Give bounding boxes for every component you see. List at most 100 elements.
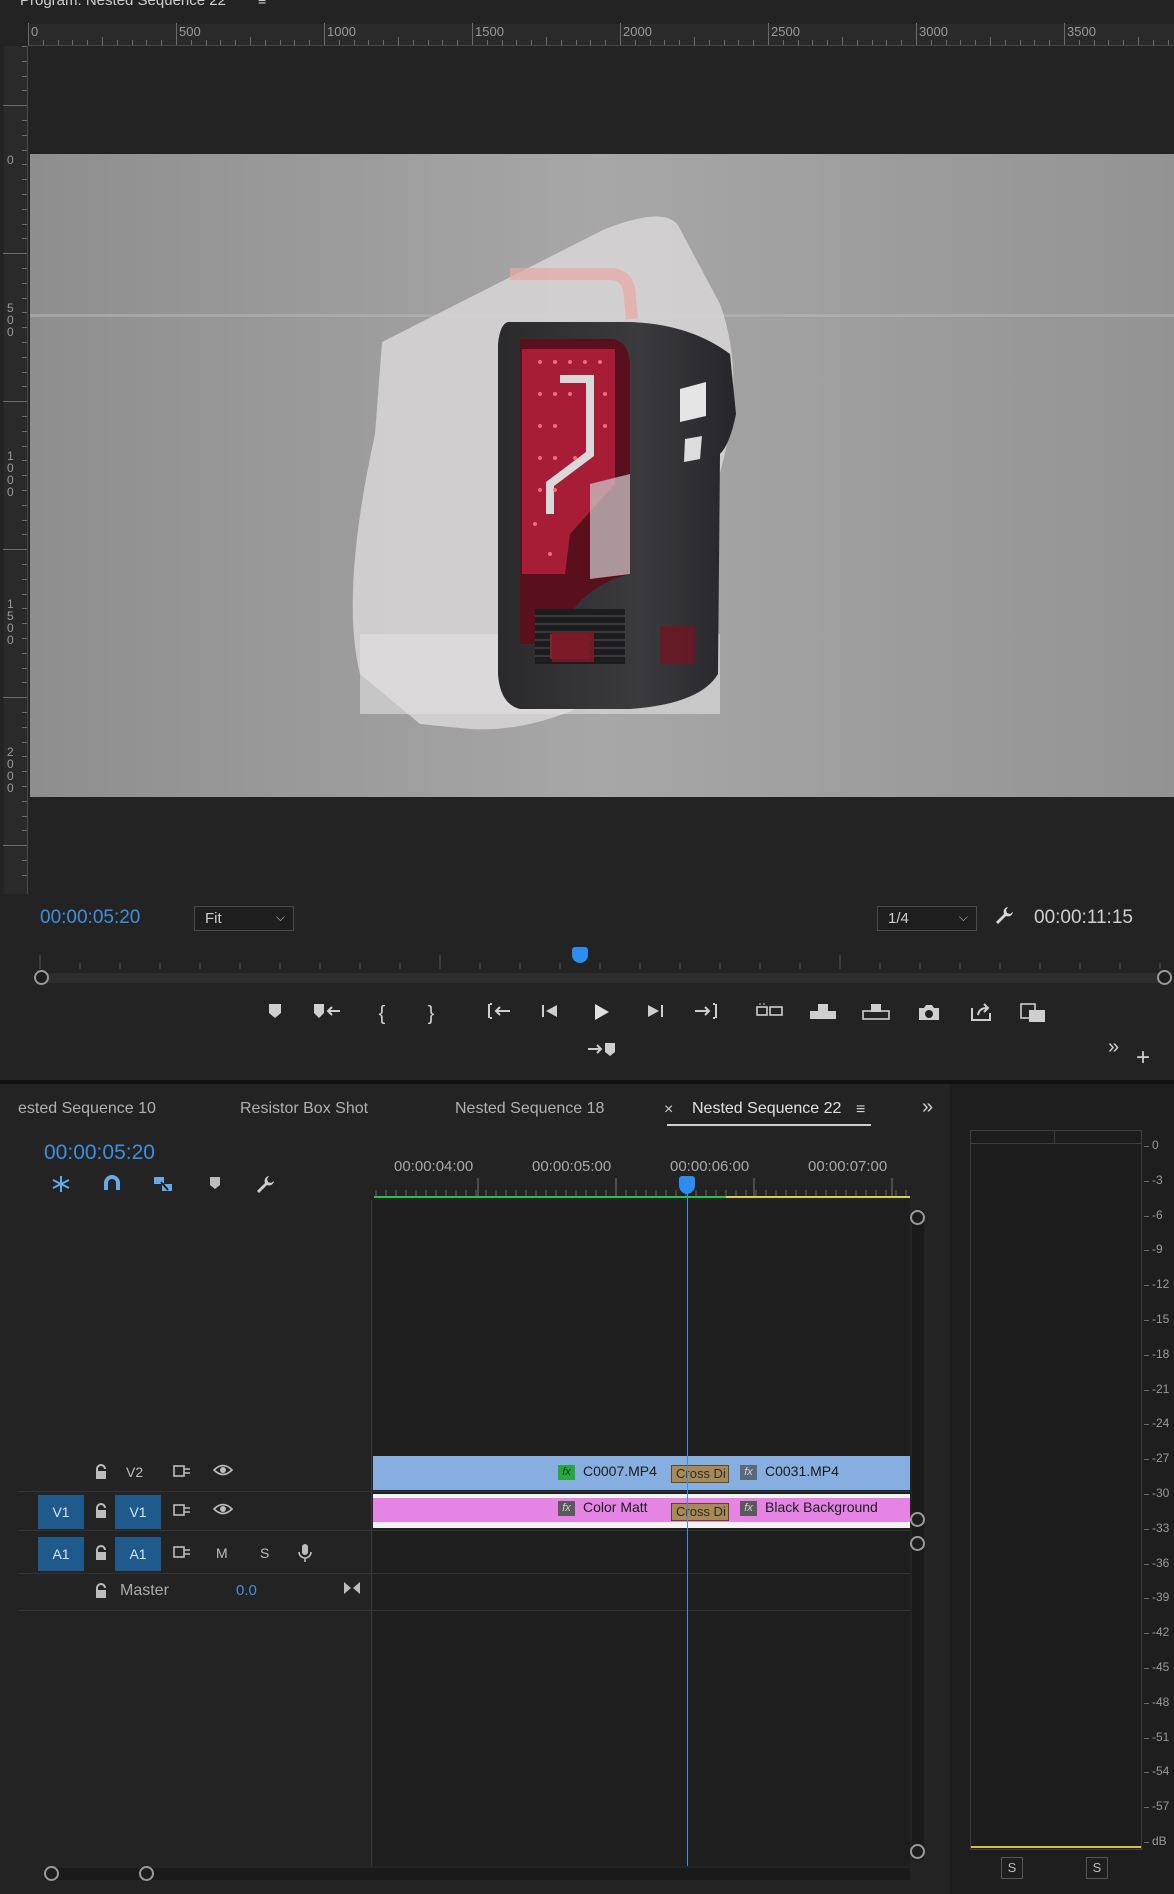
- nest-toggle-button[interactable]: [48, 1174, 74, 1199]
- eye-icon[interactable]: [212, 1502, 234, 1520]
- share-icon: [971, 1003, 991, 1021]
- go-to-in-button[interactable]: [482, 1002, 516, 1026]
- step-back-button[interactable]: [533, 1002, 567, 1026]
- ruler-label: 0: [7, 153, 14, 167]
- go-to-out-edge-icon[interactable]: [341, 1579, 363, 1601]
- go-to-out-button[interactable]: [689, 1002, 723, 1026]
- db-label: -27: [1152, 1451, 1170, 1466]
- tab-nested-sequence-10[interactable]: ested Sequence 10: [18, 1100, 156, 1118]
- clip-c0007[interactable]: fx C0007.MP4: [558, 1456, 668, 1490]
- track-v1-target[interactable]: V1: [115, 1495, 161, 1529]
- ruler-tick: [457, 40, 459, 45]
- ruler-tick: [220, 40, 222, 45]
- timeline-vertical-scrollbar[interactable]: [910, 1210, 925, 1860]
- ruler-tick: [605, 40, 607, 45]
- scroll-handle-left[interactable]: [44, 1866, 59, 1881]
- ruler-tick: [264, 40, 266, 45]
- program-monitor-title[interactable]: Program: Nested Sequence 22: [20, 0, 226, 9]
- timeline-horizontal-scrollbar[interactable]: [44, 1866, 910, 1881]
- microphone-icon[interactable]: [294, 1543, 316, 1567]
- sync-lock-icon[interactable]: [171, 1463, 193, 1483]
- source-v1-toggle[interactable]: V1: [38, 1495, 84, 1529]
- cross-dissolve-transition-v2[interactable]: Cross Di: [671, 1465, 729, 1483]
- source-a1-toggle[interactable]: A1: [38, 1537, 84, 1571]
- timeline-playhead-timecode[interactable]: 00:00:05:20: [44, 1141, 155, 1165]
- lock-icon[interactable]: [90, 1503, 112, 1523]
- lock-icon[interactable]: [90, 1545, 112, 1565]
- tab-close-icon[interactable]: ×: [664, 1101, 673, 1119]
- export-frame-button[interactable]: [912, 1002, 946, 1028]
- go-to-previous-marker-button[interactable]: [310, 1002, 344, 1026]
- solo-button[interactable]: S: [260, 1545, 269, 1561]
- scroll-handle-top[interactable]: [910, 1210, 925, 1225]
- ruler-tick: [368, 40, 370, 45]
- extract-button[interactable]: [806, 1002, 840, 1028]
- solo-right-button[interactable]: S: [1086, 1857, 1108, 1879]
- add-marker-button[interactable]: [258, 1002, 292, 1026]
- eye-icon[interactable]: [212, 1463, 234, 1481]
- mute-button[interactable]: M: [216, 1545, 228, 1561]
- clip-c0031[interactable]: fx C0031.MP4: [740, 1456, 910, 1490]
- track-a1-target[interactable]: A1: [115, 1537, 161, 1571]
- playback-resolution-select[interactable]: 1/4 ⌵: [877, 906, 977, 931]
- scroll-handle-right[interactable]: [1157, 970, 1172, 985]
- scroll-handle-right[interactable]: [139, 1866, 154, 1881]
- playhead-timecode[interactable]: 00:00:05:20: [40, 907, 140, 929]
- zoom-scroll-bar[interactable]: [34, 970, 1172, 985]
- scroll-handle[interactable]: [910, 1512, 925, 1527]
- ruler-tick: [22, 75, 27, 77]
- step-forward-button[interactable]: [638, 1002, 672, 1026]
- comparison-view-button[interactable]: [1016, 1002, 1050, 1030]
- ruler-tick: [1152, 40, 1154, 45]
- program-video-frame[interactable]: [30, 154, 1174, 797]
- more-controls-icon[interactable]: »: [1108, 1036, 1119, 1059]
- lock-icon[interactable]: [90, 1583, 112, 1603]
- solo-left-button[interactable]: S: [1001, 1857, 1023, 1879]
- db-tick: [1144, 1389, 1149, 1391]
- track-v2-label[interactable]: V2: [126, 1464, 143, 1480]
- settings-wrench-icon[interactable]: [993, 905, 1015, 933]
- clip-black-background[interactable]: fx Black Background: [740, 1494, 910, 1528]
- zoom-level-select[interactable]: Fit ⌵: [194, 906, 294, 931]
- tab-nested-sequence-18[interactable]: Nested Sequence 18: [455, 1100, 604, 1118]
- insert-button[interactable]: [859, 1002, 893, 1028]
- button-editor-plus-icon[interactable]: +: [1136, 1044, 1150, 1072]
- cross-dissolve-transition-v1[interactable]: Cross Di: [671, 1503, 729, 1521]
- ruler-tick: [87, 40, 89, 45]
- lift-button[interactable]: [753, 1002, 787, 1026]
- master-volume-value[interactable]: 0.0: [236, 1582, 257, 1599]
- clip-color-matte[interactable]: fx Color Matt: [558, 1494, 678, 1528]
- scroll-handle-bottom[interactable]: [910, 1844, 925, 1859]
- snap-button[interactable]: [99, 1174, 125, 1199]
- sync-lock-icon[interactable]: [171, 1544, 193, 1564]
- tab-menu-icon[interactable]: ≡: [856, 1101, 865, 1119]
- ruler-label: 2500: [771, 24, 800, 39]
- insert-overwrite-button[interactable]: [585, 1040, 619, 1064]
- scroll-handle[interactable]: [910, 1536, 925, 1551]
- add-marker-timeline-button[interactable]: [202, 1174, 228, 1197]
- mark-in-button[interactable]: {: [365, 1002, 399, 1026]
- ruler-tick: [22, 519, 27, 521]
- sync-lock-icon[interactable]: [171, 1502, 193, 1522]
- tabs-overflow-icon[interactable]: »: [922, 1096, 933, 1119]
- ruler-tick: [1078, 40, 1080, 45]
- tab-resistor-box-shot[interactable]: Resistor Box Shot: [240, 1100, 368, 1118]
- scroll-handle-left[interactable]: [34, 970, 49, 985]
- lock-icon[interactable]: [90, 1464, 112, 1484]
- mini-time-ruler[interactable]: [38, 955, 1166, 969]
- ruler-tick: [1138, 37, 1139, 45]
- ruler-tick: [827, 40, 829, 45]
- linked-selection-button[interactable]: [150, 1174, 176, 1199]
- insert-icon: [862, 1004, 890, 1020]
- mark-out-button[interactable]: }: [414, 1002, 448, 1026]
- track-content-area[interactable]: [373, 1200, 910, 1866]
- ruler-tick: [960, 40, 962, 45]
- timeline-settings-button[interactable]: [252, 1174, 278, 1201]
- panel-menu-icon[interactable]: ≡: [258, 0, 266, 8]
- timeline-time-ruler[interactable]: 00:00:04:00 00:00:05:00 00:00:06:00 00:0…: [374, 1134, 910, 1200]
- share-button[interactable]: [964, 1002, 998, 1028]
- ruler-tick: [945, 40, 947, 45]
- play-button[interactable]: [584, 1002, 618, 1028]
- ruler-tick: [531, 40, 533, 45]
- tab-nested-sequence-22[interactable]: Nested Sequence 22: [692, 1100, 841, 1118]
